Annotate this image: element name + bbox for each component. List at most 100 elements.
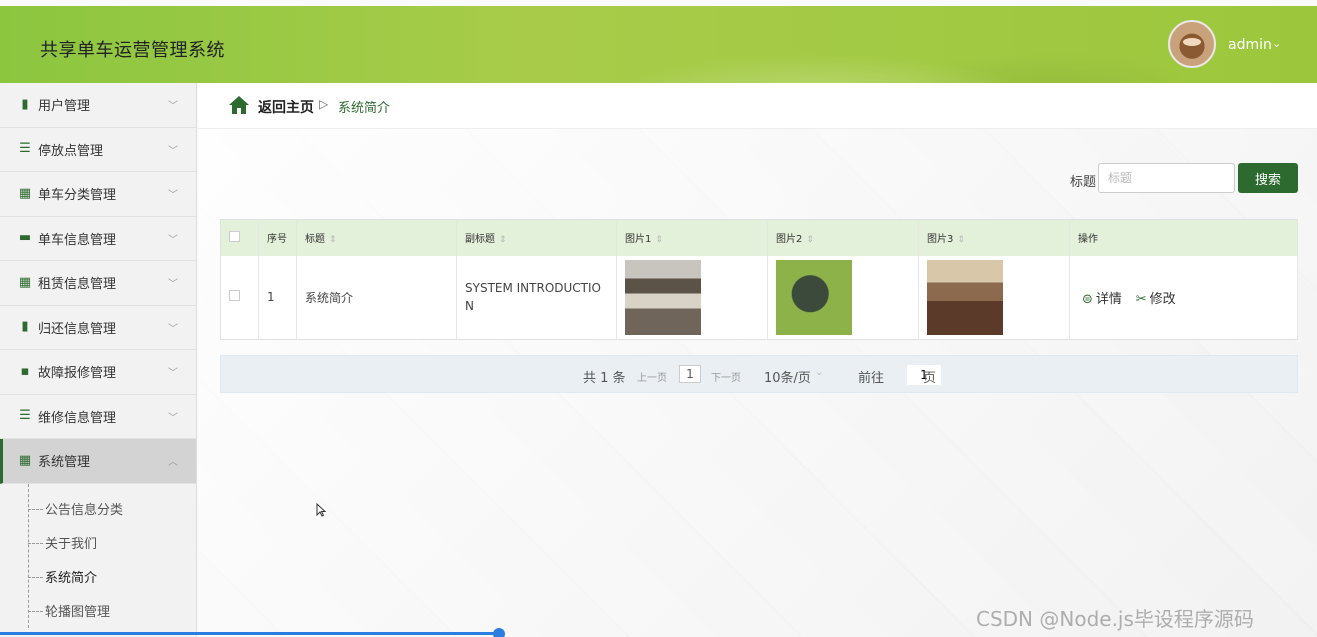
pagination: 共 1 条 上一页 1 下一页 10条/页 ⌄ 前往 页 [220, 355, 1298, 393]
current-page[interactable]: 1 [679, 365, 701, 383]
sidebar-item-repair[interactable]: ☰ 维修信息管理 ﹀ [0, 395, 196, 439]
breadcrumb-separator: ▷ [319, 97, 329, 111]
sidebar-item-users[interactable]: ▮ 用户管理 ﹀ [0, 83, 196, 128]
mouse-cursor-icon [316, 503, 326, 517]
wrench-icon: ✂ [1135, 291, 1147, 307]
pagination-total: 共 1 条 [583, 371, 626, 386]
column-header-image1[interactable]: 图片1 ⇕ [616, 219, 768, 256]
table-header-row: 序号 标题 ⇕ 副标题 ⇕ 图片1 ⇕ 图片2 ⇕ 图片3 ⇕ 操作 [220, 219, 1298, 256]
sidebar-item-rental[interactable]: ▦ 租赁信息管理 ﹀ [0, 261, 196, 306]
sidebar-item-label: 停放点管理 [38, 143, 104, 159]
sidebar-item-label: 单车分类管理 [38, 188, 117, 204]
chevron-down-icon: ﹀ [168, 279, 178, 290]
chevron-down-icon: ﹀ [168, 190, 178, 201]
cell-image3 [918, 255, 1070, 340]
chevron-down-icon: ﹀ [168, 101, 178, 112]
breadcrumb-current: 系统简介 [338, 101, 391, 116]
data-table: 序号 标题 ⇕ 副标题 ⇕ 图片1 ⇕ 图片2 ⇕ 图片3 ⇕ 操作 1 系统简介 SYS… [220, 219, 1298, 340]
thumbnail-image[interactable] [927, 259, 1003, 335]
sidebar-item-bike-category[interactable]: ▦ 单车分类管理 ﹀ [0, 172, 196, 217]
column-header-image3[interactable]: 图片3 ⇕ [918, 219, 1070, 256]
sidebar-item-fault-report[interactable]: ▪ 故障报修管理 ﹀ [0, 350, 196, 395]
cell-image2 [767, 255, 919, 340]
sidebar-item-parking[interactable]: ☰ 停放点管理 ﹀ [0, 128, 196, 172]
detail-icon: ⊜ [1082, 291, 1093, 307]
sidebar-item-label: 单车信息管理 [38, 232, 117, 248]
cell-title: 系统简介 [296, 255, 457, 340]
sidebar-item-label: 用户管理 [38, 99, 91, 115]
home-icon[interactable] [228, 95, 250, 115]
grid-icon: ▦ [18, 452, 32, 468]
progress-knob[interactable] [493, 628, 505, 637]
sort-icon[interactable]: ⇕ [957, 235, 965, 245]
column-header-index: 序号 [258, 219, 297, 256]
column-header-label: 副标题 [465, 234, 495, 246]
progress-bar [0, 632, 500, 635]
sort-icon[interactable]: ⇕ [655, 235, 663, 245]
column-header-label: 标题 [305, 234, 325, 246]
chevron-down-icon: ﹀ [168, 368, 178, 379]
checkbox[interactable] [229, 230, 240, 242]
sidebar-subitem-system-intro[interactable]: 系统简介 [0, 560, 196, 594]
briefcase-icon: ▬ [18, 230, 32, 246]
column-header-image2[interactable]: 图片2 ⇕ [767, 219, 919, 256]
chevron-down-icon: ﹀ [168, 234, 178, 246]
cell-image1 [616, 255, 768, 340]
user-menu-chevron-icon[interactable]: ⌄ [1272, 37, 1281, 50]
sidebar-item-return[interactable]: ▮ 归还信息管理 ﹀ [0, 306, 196, 350]
sort-icon[interactable]: ⇕ [806, 235, 814, 245]
app-title: 共享单车运营管理系统 [40, 40, 225, 61]
prev-page-button[interactable]: 上一页 [637, 369, 667, 384]
column-header-subtitle[interactable]: 副标题 ⇕ [456, 219, 617, 256]
next-page-button[interactable]: 下一页 [711, 369, 741, 384]
sidebar: ▮ 用户管理 ﹀ ☰ 停放点管理 ﹀ ▦ 单车分类管理 ﹀ ▬ 单车信息管理 ﹀… [0, 83, 197, 637]
ledger-icon: ▮ [21, 96, 29, 112]
list-icon: ☰ [19, 408, 31, 424]
sliders-icon: ☰ [19, 141, 31, 157]
sidebar-subitem-about-us[interactable]: 关于我们 [0, 526, 196, 560]
thumbnail-image[interactable] [776, 259, 852, 335]
breadcrumb-home-link[interactable]: 返回主页 [258, 97, 314, 117]
sidebar-subitem-notice-category[interactable]: 公告信息分类 [0, 492, 196, 526]
page-size-select[interactable]: 10条/页 [764, 367, 811, 386]
bar-chart-icon: ▮ [21, 319, 29, 335]
sidebar-subitem-carousel[interactable]: 轮播图管理 [0, 594, 196, 628]
top-header: 共享单车运营管理系统 admin ⌄ [0, 6, 1317, 83]
column-header-actions: 操作 [1069, 219, 1298, 256]
goto-label: 前往 [858, 371, 885, 386]
cell-index: 1 [258, 255, 297, 340]
detail-button[interactable]: ⊜ 详情 [1082, 292, 1122, 307]
edit-button[interactable]: ✂ 修改 [1136, 292, 1176, 307]
main-content: 返回主页 ▷ 系统简介 标题 搜索 序号 标题⇕ 副标题⇕ 图片1⇕ 图片2⇕ … [198, 83, 1317, 637]
grid-icon: ▦ [18, 274, 32, 290]
chevron-down-icon: ﹀ [168, 412, 178, 424]
chat-icon: ▪ [20, 363, 30, 379]
user-name[interactable]: admin [1228, 37, 1272, 53]
goto-suffix: 页 [923, 371, 937, 386]
sort-icon[interactable]: ⇕ [329, 235, 337, 245]
chevron-down-icon[interactable]: ⌄ [815, 367, 823, 378]
row-checkbox-cell[interactable] [220, 255, 259, 340]
checkbox[interactable] [229, 290, 240, 302]
search-label: 标题 [1070, 175, 1097, 190]
user-avatar[interactable] [1168, 20, 1216, 68]
sidebar-item-label: 维修信息管理 [38, 410, 117, 426]
sidebar-item-label: 系统管理 [38, 455, 91, 471]
thumbnail-image[interactable] [625, 259, 701, 335]
search-button[interactable]: 搜索 [1238, 163, 1298, 193]
watermark-text: CSDN @Node.js毕设程序源码 [976, 607, 1254, 631]
sidebar-item-bike-info[interactable]: ▬ 单车信息管理 ﹀ [0, 217, 196, 261]
breadcrumb: 返回主页 ▷ 系统简介 [198, 83, 1317, 129]
edit-label: 修改 [1149, 291, 1176, 307]
sidebar-item-system[interactable]: ▦ 系统管理 ︿ [0, 439, 196, 484]
sidebar-item-label: 租赁信息管理 [38, 277, 117, 293]
table-row: 1 系统简介 SYSTEM INTRODUCTIO N ⊜ 详情 ✂ 修改 [220, 255, 1298, 340]
cell-subtitle: SYSTEM INTRODUCTIO N [456, 255, 617, 340]
column-header-title[interactable]: 标题 ⇕ [296, 219, 457, 256]
column-header-label: 图片1 [625, 234, 652, 246]
sort-icon[interactable]: ⇕ [499, 235, 507, 245]
select-all-checkbox[interactable] [220, 219, 259, 256]
search-input[interactable] [1098, 163, 1235, 193]
system-submenu: 公告信息分类 关于我们 系统简介 轮播图管理 [0, 483, 196, 628]
column-header-label: 图片2 [776, 234, 803, 246]
